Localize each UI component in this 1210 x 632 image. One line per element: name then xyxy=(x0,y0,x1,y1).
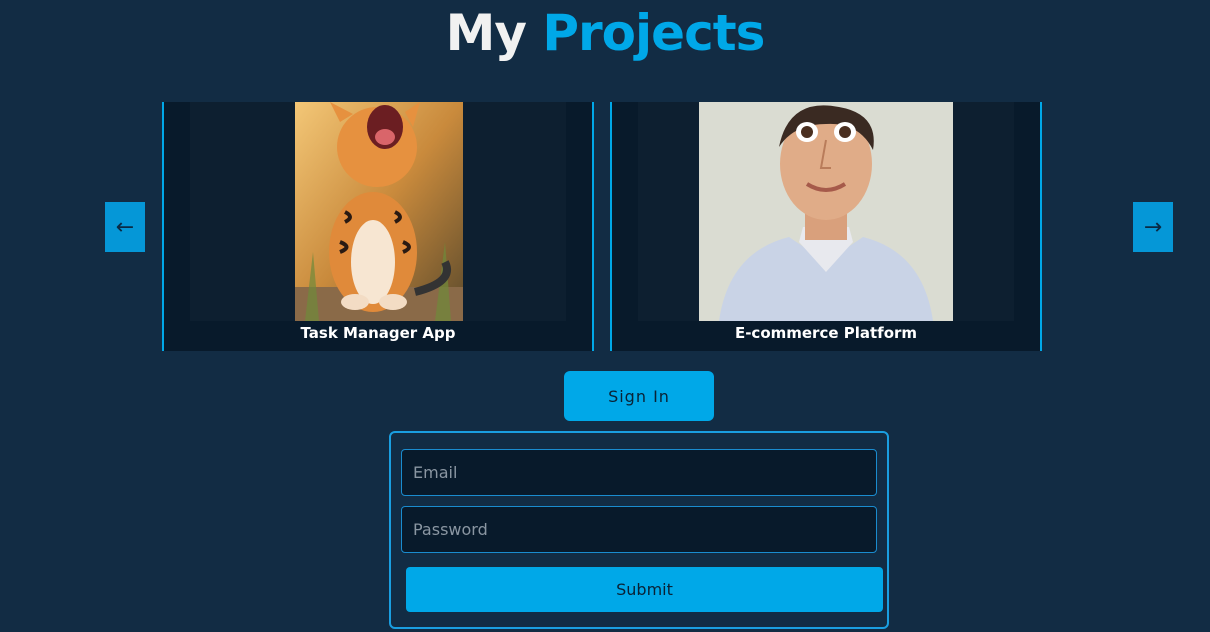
sign-in-button[interactable]: Sign In xyxy=(564,371,714,421)
password-field[interactable]: Password xyxy=(401,506,877,553)
carousel-prev-button[interactable]: ← xyxy=(105,202,145,252)
sign-in-form: Email Password Submit xyxy=(389,431,889,629)
project-image-frame xyxy=(638,102,1014,321)
project-title: Task Manager App xyxy=(300,324,456,342)
tiger-cub-image xyxy=(295,102,463,321)
project-card-ecommerce[interactable]: E-commerce Platform xyxy=(610,102,1042,351)
portrait-image xyxy=(699,102,953,321)
arrow-right-icon: → xyxy=(1143,214,1163,240)
email-field[interactable]: Email xyxy=(401,449,877,496)
project-card-task-manager[interactable]: Task Manager App xyxy=(162,102,594,351)
title-word-projects: Projects xyxy=(542,4,765,62)
carousel-next-button[interactable]: → xyxy=(1133,202,1173,252)
page-title: My Projects xyxy=(0,4,1210,62)
project-image-frame xyxy=(190,102,566,321)
title-word-my: My xyxy=(445,4,527,62)
project-title: E-commerce Platform xyxy=(734,324,918,342)
submit-button[interactable]: Submit xyxy=(406,567,883,612)
arrow-left-icon: ← xyxy=(115,214,135,240)
